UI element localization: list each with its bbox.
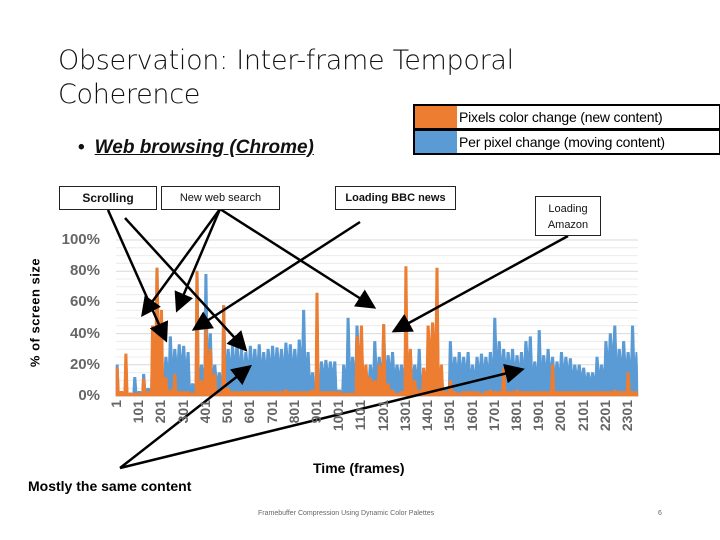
x-tick-label: 301 — [174, 400, 191, 424]
y-tick-label: 80% — [69, 262, 100, 280]
y-tick-label: 0% — [78, 387, 100, 404]
x-tick-label: 2301 — [619, 400, 636, 432]
series-areas — [115, 266, 639, 397]
x-tick-label: 1001 — [330, 400, 347, 432]
callout-loading-bbc: Loading BBC news — [335, 186, 456, 210]
x-tick-label: 101 — [130, 400, 147, 424]
x-tick-label: 801 — [285, 400, 302, 424]
callout-new-web-search: New web search — [161, 186, 280, 210]
x-tick-label: 2001 — [552, 400, 569, 432]
arrow-bbc — [191, 220, 361, 331]
callout-loading-amazon: Loading Amazon — [535, 196, 601, 236]
x-tick-label: 1701 — [485, 400, 502, 432]
x-tick-label: 201 — [152, 400, 169, 424]
x-tick-label: 1201 — [374, 400, 391, 432]
x-tick-label: 1601 — [463, 400, 480, 432]
y-tick-label: 40% — [69, 324, 100, 342]
x-axis-title: Time (frames) — [313, 460, 405, 476]
x-tick-label: 2101 — [574, 400, 591, 432]
y-tick-label: 60% — [69, 293, 100, 311]
arrow-search-3 — [219, 207, 377, 309]
x-tick-label: 1501 — [441, 400, 458, 432]
chart-svg — [106, 207, 639, 470]
x-tick-label: 1 — [108, 400, 124, 408]
x-tick-label: 1801 — [508, 400, 524, 432]
x-tick-label: 501 — [219, 400, 236, 424]
callout-scrolling: Scrolling — [59, 186, 157, 210]
x-tick-label: 2201 — [596, 400, 613, 432]
x-tick-label: 701 — [263, 400, 280, 424]
callout-mostly-same-content: Mostly the same content — [28, 478, 192, 494]
x-tick-label: 601 — [241, 400, 258, 424]
x-tick-label: 1401 — [419, 400, 436, 432]
x-tick-label: 1301 — [396, 400, 413, 432]
x-tick-label: 901 — [308, 400, 324, 424]
arrow-scrolling-2 — [124, 217, 248, 352]
slide-footer: Framebuffer Compression Using Dynamic Co… — [258, 510, 435, 517]
callout-loading-amazon-line1: Loading — [548, 203, 588, 215]
x-tick-label: 1901 — [530, 400, 547, 432]
arrow-amazon — [391, 234, 569, 333]
y-tick-label: 20% — [69, 355, 100, 373]
x-tick-label: 401 — [196, 400, 213, 424]
y-tick-label: 100% — [61, 231, 100, 248]
page-number: 6 — [658, 510, 662, 517]
x-tick-label: 1101 — [352, 400, 369, 431]
callout-loading-amazon-line2: Amazon — [547, 219, 589, 231]
